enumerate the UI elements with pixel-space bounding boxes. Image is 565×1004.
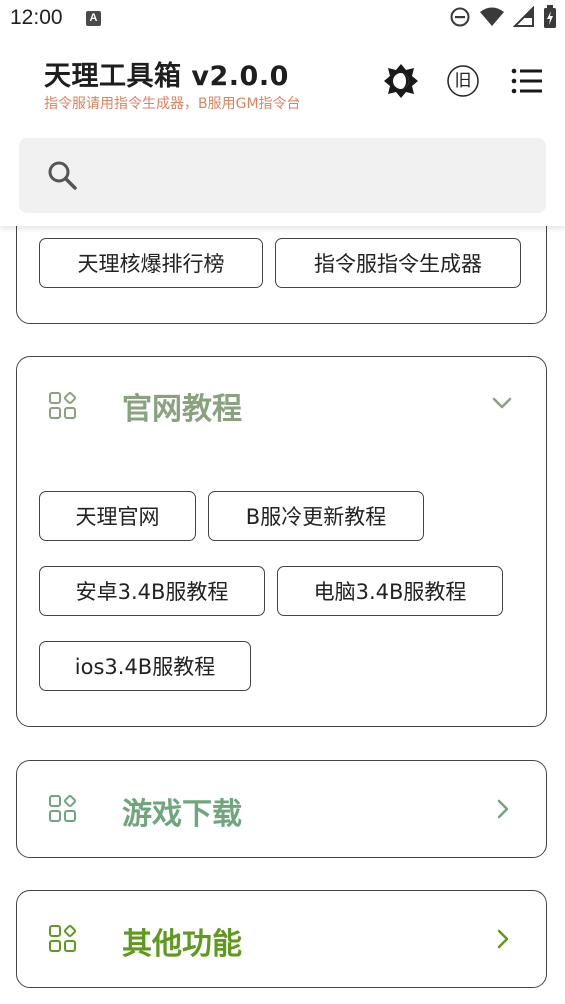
- android-34b-button[interactable]: 安卓3.4B服教程: [39, 566, 265, 616]
- theme-toggle-button[interactable]: [381, 61, 421, 101]
- search-icon: [48, 161, 77, 190]
- old-version-button[interactable]: 旧: [443, 61, 483, 101]
- game-download-card[interactable]: 游戏下载: [16, 760, 547, 858]
- app-title: 天理工具箱 v2.0.0: [44, 61, 289, 92]
- popular-tools-card: 天理核爆排行榜 指令服指令生成器: [16, 226, 547, 324]
- search-area: [0, 130, 565, 226]
- status-time: 12:00: [10, 6, 63, 29]
- official-tutorials-header[interactable]: 官网教程: [17, 357, 546, 453]
- other-functions-card[interactable]: 其他功能: [16, 890, 547, 988]
- chevron-right-icon: [497, 799, 509, 819]
- game-download-title: 游戏下载: [122, 797, 242, 832]
- nuke-leaderboard-button[interactable]: 天理核爆排行榜: [39, 238, 263, 288]
- command-generator-button[interactable]: 指令服指令生成器: [275, 238, 521, 288]
- apps-grid-icon: [49, 924, 77, 952]
- search-bar[interactable]: [19, 138, 546, 213]
- status-bar: 12:00 A: [0, 0, 565, 38]
- battery-icon: [543, 5, 557, 33]
- notification-a-icon: A: [86, 11, 101, 26]
- brightness-icon: [384, 64, 418, 98]
- ios-34b-button[interactable]: ios3.4B服教程: [39, 641, 251, 691]
- chevron-down-icon: [492, 397, 512, 409]
- app-subtitle: 指令服请用指令生成器，B服用GM指令台: [44, 96, 301, 112]
- other-functions-title: 其他功能: [122, 927, 242, 962]
- search-input[interactable]: [114, 158, 538, 196]
- old-version-label: 旧: [454, 71, 472, 91]
- cellular-signal-icon: [512, 5, 535, 32]
- apps-grid-icon: [49, 391, 77, 419]
- official-tutorials-title: 官网教程: [122, 392, 242, 427]
- official-tutorials-card: 官网教程 天理官网 B服冷更新教程 安卓3.4B服教程 电脑3.4B服教程 io…: [16, 356, 547, 727]
- do-not-disturb-icon: [449, 6, 471, 32]
- chevron-right-icon: [497, 929, 509, 949]
- wifi-icon: [479, 6, 505, 32]
- apps-grid-icon: [49, 794, 77, 822]
- menu-icon: [511, 68, 542, 94]
- app-bar: 天理工具箱 v2.0.0 指令服请用指令生成器，B服用GM指令台 旧: [0, 38, 565, 130]
- tools-list[interactable]: 天理核爆排行榜 指令服指令生成器 官网教程 天理官网 B服冷更新教程 安卓3.4…: [0, 226, 565, 1004]
- official-site-button[interactable]: 天理官网: [39, 491, 196, 541]
- pc-34b-button[interactable]: 电脑3.4B服教程: [277, 566, 503, 616]
- status-icons: [449, 5, 557, 33]
- bserver-cold-update-button[interactable]: B服冷更新教程: [208, 491, 424, 541]
- menu-button[interactable]: [507, 61, 547, 101]
